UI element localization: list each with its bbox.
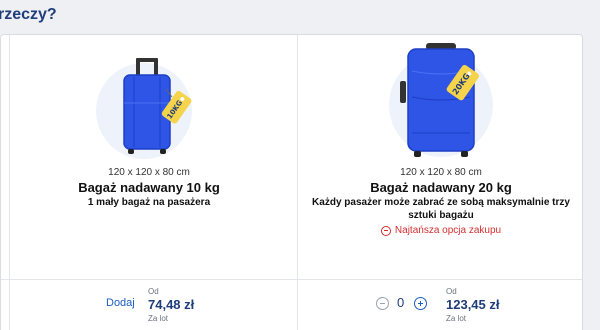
cheapest-option-badge: Najtańsza opcja zakupu <box>298 225 584 236</box>
baggage-description: 1 mały bagaż na pasażera <box>87 197 211 208</box>
divider <box>1 279 582 280</box>
baggage-option-20kg[interactable]: 20KG 120 x 120 x 80 cm Bagaż nadawany 20… <box>298 35 584 279</box>
baggage-name: Bagaż nadawany 10 kg <box>78 180 220 195</box>
price-value: 74,48 zł <box>148 297 195 312</box>
suitcase-20kg-image: 20KG <box>386 41 496 165</box>
quantity-value: 0 <box>397 295 405 310</box>
increase-quantity-button[interactable] <box>414 297 427 310</box>
price-from-label: Od <box>148 287 159 296</box>
baggage-dimensions: 120 x 120 x 80 cm <box>108 167 190 178</box>
price-value: 123,45 zł <box>446 297 500 312</box>
suitcase-10kg-image: 10KG <box>94 53 204 163</box>
cheapest-option-label: Najtańsza opcja zakupu <box>394 225 502 236</box>
baggage-option-10kg[interactable]: 10KG 120 x 120 x 80 cm Bagaż nadawany 10… <box>1 35 297 279</box>
add-button[interactable]: Dodaj <box>106 297 135 309</box>
price-from-label: Od <box>446 287 457 296</box>
baggage-description: Każdy pasażer może zabrać ze sobą maksym… <box>312 197 570 221</box>
warning-circle-icon <box>380 225 391 236</box>
page-title: rzeczy? <box>0 6 57 23</box>
decrease-quantity-button[interactable] <box>376 297 389 310</box>
baggage-dimensions: 120 x 120 x 80 cm <box>400 167 482 178</box>
baggage-options-card: 10KG 120 x 120 x 80 cm Bagaż nadawany 10… <box>0 34 583 330</box>
price-per-label: Za lot <box>446 314 467 323</box>
baggage-name: Bagaż nadawany 20 kg <box>370 180 512 195</box>
price-per-label: Za lot <box>148 314 169 323</box>
